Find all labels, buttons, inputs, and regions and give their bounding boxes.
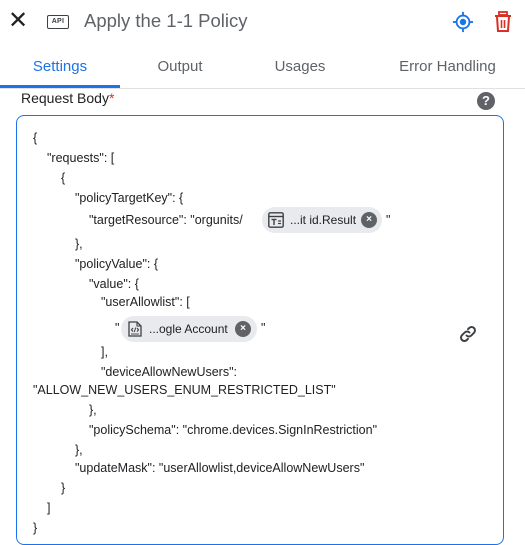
- code-line: ": [386, 213, 391, 227]
- variable-chip[interactable]: ...it id.Result ×: [262, 207, 382, 233]
- code-line: "targetResource": "orgunits/: [89, 213, 243, 227]
- tab-error-handling[interactable]: Error Handling: [380, 48, 515, 86]
- code-line: "ALLOW_NEW_USERS_ENUM_RESTRICTED_LIST": [33, 383, 336, 397]
- code-line: "value": {: [89, 277, 139, 291]
- code-line: },: [75, 443, 83, 457]
- chip-label: ...it id.Result: [290, 213, 357, 227]
- field-label-text: Request Body: [21, 90, 109, 106]
- code-line: ": [261, 321, 266, 335]
- field-label: Request Body*: [21, 90, 114, 106]
- active-tab-indicator: [0, 85, 120, 88]
- page-title: Apply the 1-1 Policy: [84, 10, 248, 31]
- code-file-icon: [128, 321, 142, 337]
- code-line: ],: [101, 345, 108, 359]
- request-body-editor[interactable]: { "requests": [ { "policyTargetKey": { "…: [16, 115, 504, 545]
- api-icon: API: [47, 15, 69, 29]
- help-icon[interactable]: ?: [477, 92, 495, 110]
- tab-usages[interactable]: Usages: [240, 48, 360, 86]
- code-line: },: [75, 237, 83, 251]
- code-line: ": [115, 321, 120, 335]
- target-icon[interactable]: [452, 11, 474, 33]
- code-line: }: [33, 521, 38, 535]
- code-line: "userAllowlist": [: [101, 295, 190, 309]
- code-line: }: [61, 481, 66, 495]
- text-field-icon: [268, 212, 284, 228]
- trash-icon[interactable]: [494, 11, 512, 33]
- code-line: "deviceAllowNewUsers":: [101, 365, 237, 379]
- tab-output[interactable]: Output: [120, 48, 240, 86]
- link-icon[interactable]: [459, 325, 477, 343]
- tab-bar: Settings Output Usages Error Handling: [0, 48, 525, 89]
- panel-header: ✕ API Apply the 1-1 Policy: [0, 0, 525, 46]
- code-line: ]: [47, 501, 51, 515]
- chip-remove-icon[interactable]: ×: [235, 321, 251, 337]
- code-line: "policyValue": {: [75, 257, 158, 271]
- chip-remove-icon[interactable]: ×: [361, 212, 377, 228]
- tab-settings[interactable]: Settings: [0, 48, 120, 86]
- chip-label: ...ogle Account: [149, 322, 228, 336]
- code-line: "policySchema": "chrome.devices.SignInRe…: [89, 423, 378, 437]
- code-line: "policyTargetKey": {: [75, 191, 184, 205]
- code-line: {: [61, 171, 66, 185]
- code-line: {: [33, 131, 38, 145]
- code-line: "updateMask": "userAllowlist,deviceAllow…: [75, 461, 365, 475]
- variable-chip[interactable]: ...ogle Account ×: [121, 316, 257, 342]
- code-line: },: [89, 403, 97, 417]
- close-icon[interactable]: ✕: [6, 9, 30, 33]
- required-mark: *: [108, 90, 115, 106]
- code-line: "requests": [: [47, 151, 115, 165]
